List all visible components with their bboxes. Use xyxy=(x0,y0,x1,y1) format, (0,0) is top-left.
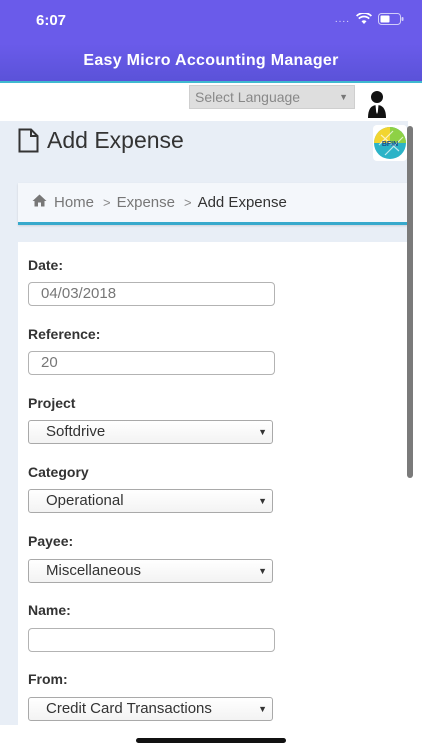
from-value: Credit Card Transactions xyxy=(46,700,212,717)
status-bar: 6:07 .... xyxy=(0,0,422,44)
company-logo: BFIN xyxy=(373,125,407,161)
category-label: Category xyxy=(28,464,89,480)
language-select[interactable]: Select Language ▼ xyxy=(189,85,355,109)
reference-label: Reference: xyxy=(28,326,101,342)
project-select[interactable]: Softdrive ▼ xyxy=(28,420,273,444)
chevron-right-icon: > xyxy=(183,195,192,210)
status-time: 6:07 xyxy=(36,12,67,29)
status-icons: .... xyxy=(335,13,404,25)
logo-text: BFIN xyxy=(382,141,398,148)
name-input[interactable] xyxy=(28,628,275,652)
from-select[interactable]: Credit Card Transactions ▼ xyxy=(28,697,273,721)
category-select[interactable]: Operational ▼ xyxy=(28,489,273,513)
dropdown-arrow-icon: ▼ xyxy=(258,566,267,576)
dropdown-arrow-icon: ▼ xyxy=(339,92,348,102)
language-select-label: Select Language xyxy=(195,89,301,105)
breadcrumb-expense[interactable]: Expense xyxy=(117,194,175,211)
dropdown-arrow-icon: ▼ xyxy=(258,496,267,506)
document-icon xyxy=(18,128,39,153)
wifi-icon xyxy=(356,13,372,25)
name-label: Name: xyxy=(28,602,71,618)
app-header-title: Easy Micro Accounting Manager xyxy=(0,44,422,82)
payee-value: Miscellaneous xyxy=(46,562,142,579)
category-value: Operational xyxy=(46,492,124,509)
expense-form: Date: 04/03/2018 Reference: 20 Project S… xyxy=(18,242,408,742)
reference-input[interactable]: 20 xyxy=(28,351,275,375)
page-title: Add Expense xyxy=(47,127,184,153)
dropdown-arrow-icon: ▼ xyxy=(258,427,267,437)
from-label: From: xyxy=(28,671,68,687)
scrollbar-thumb[interactable] xyxy=(407,126,413,478)
breadcrumb-home[interactable]: Home xyxy=(54,194,94,211)
payee-label: Payee: xyxy=(28,533,74,549)
breadcrumb: Home > Expense > Add Expense xyxy=(18,183,408,225)
user-icon[interactable] xyxy=(365,88,389,118)
signal-dots: .... xyxy=(334,13,350,25)
dropdown-arrow-icon: ▼ xyxy=(258,704,267,714)
home-indicator[interactable] xyxy=(136,738,286,743)
battery-icon xyxy=(378,13,404,25)
payee-select[interactable]: Miscellaneous ▼ xyxy=(28,559,273,583)
chevron-right-icon: > xyxy=(103,195,111,210)
project-label: Project xyxy=(28,395,76,411)
date-label: Date: xyxy=(28,257,64,273)
project-value: Softdrive xyxy=(46,423,106,440)
home-icon[interactable] xyxy=(32,194,47,211)
breadcrumb-current: Add Expense xyxy=(197,194,287,211)
page-title-row: Add Expense xyxy=(18,127,184,154)
date-input[interactable]: 04/03/2018 xyxy=(28,282,275,306)
